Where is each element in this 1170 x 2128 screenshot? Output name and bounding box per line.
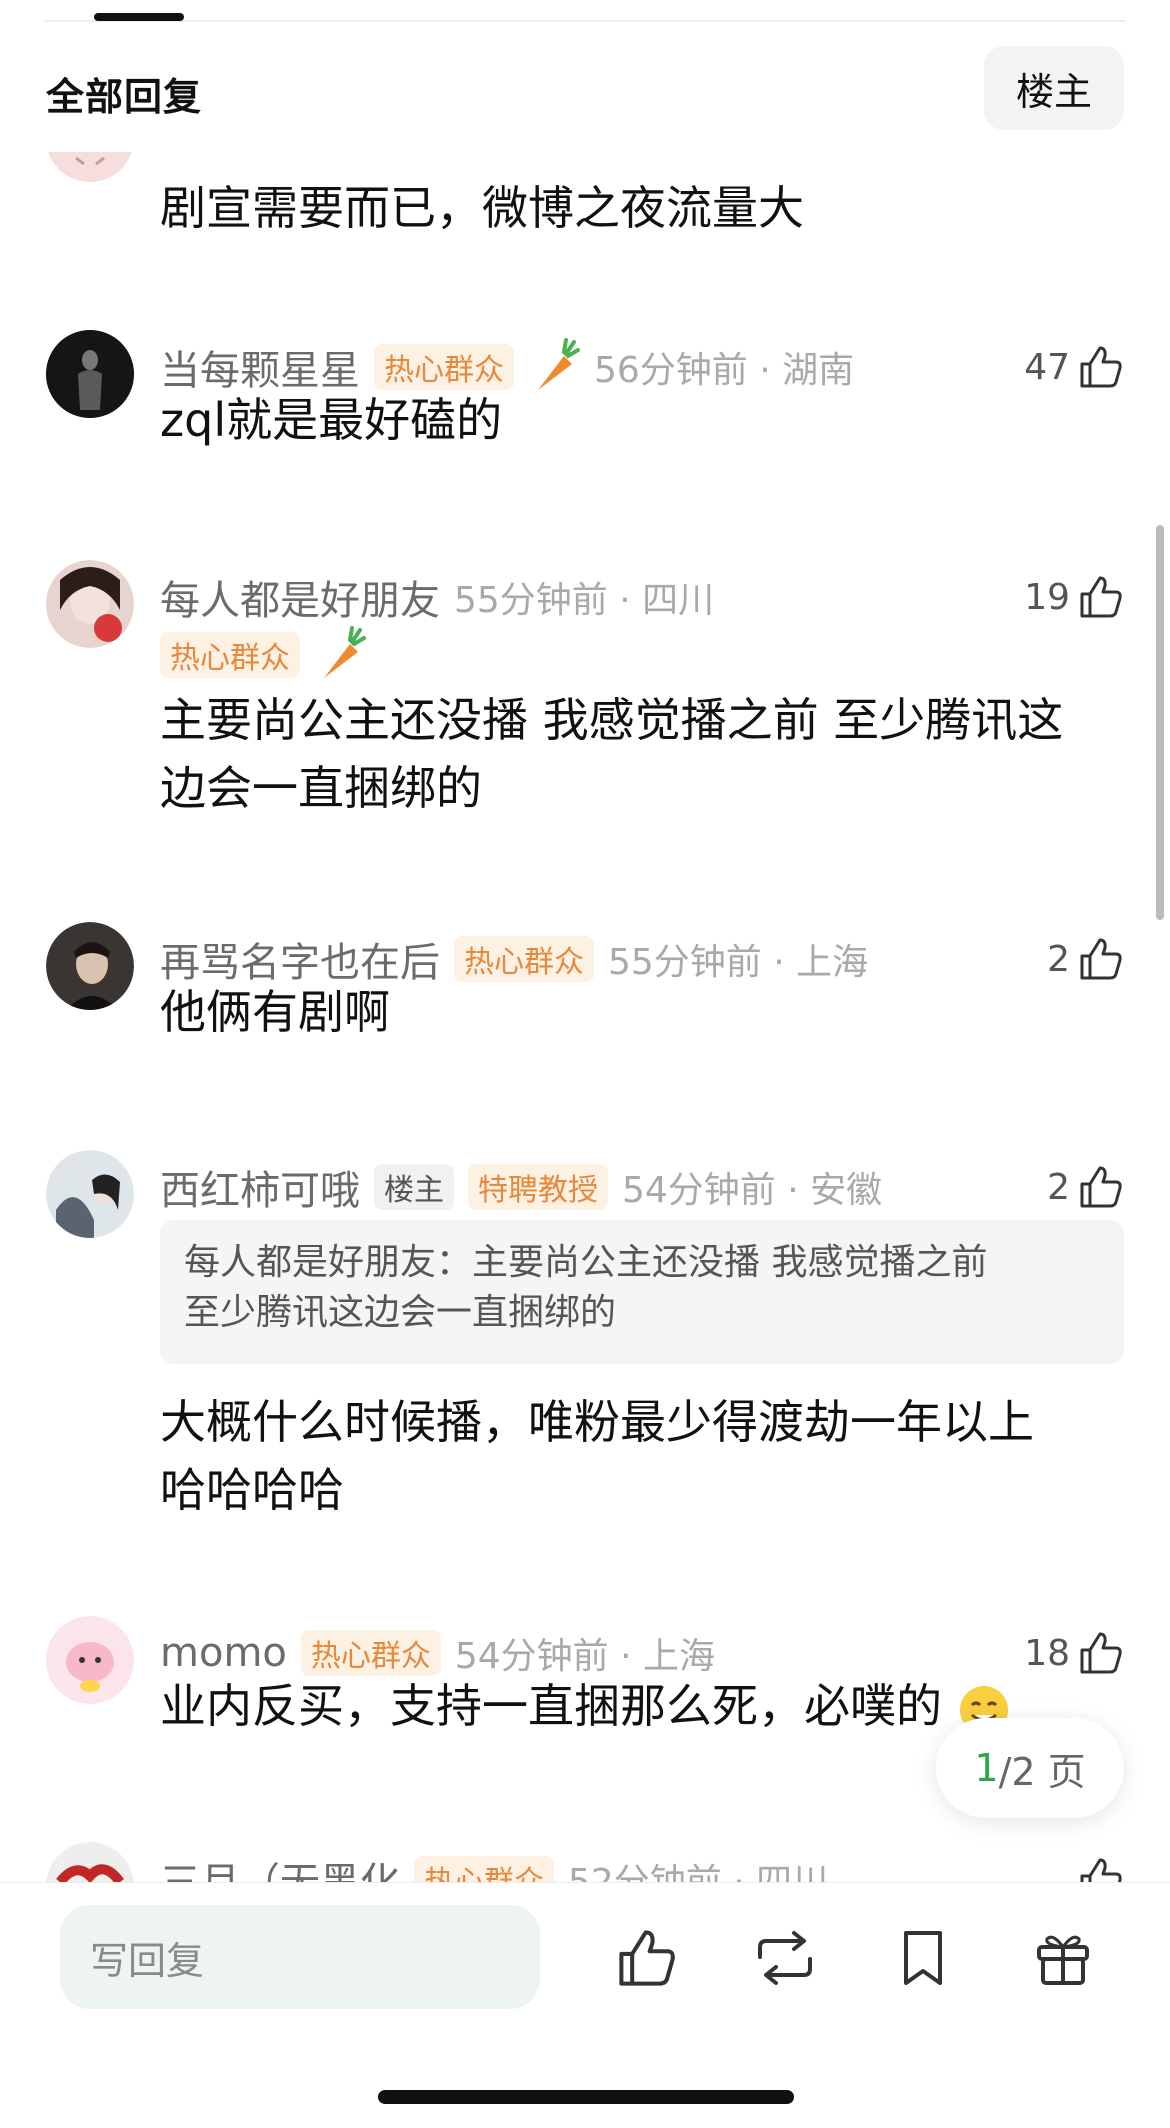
comment-text-line: 业内反买，支持一直捆那么死，必噗的 <box>160 1679 942 1733</box>
comment-item: 剧宣需要而已，微博之夜流量大 <box>0 152 1170 272</box>
comment-text: 他俩有剧啊 <box>160 985 390 1039</box>
username[interactable]: 三月（无黑化 <box>160 1850 400 1882</box>
thumbs-up-icon <box>1080 346 1122 388</box>
time-location: 52分钟前 · 四川 <box>568 1853 828 1882</box>
like-button[interactable]: 2 <box>1047 1162 1124 1212</box>
current-page: 1 <box>974 1746 999 1790</box>
status-badge: 热心群众 <box>454 936 594 982</box>
thumbs-up-icon <box>1080 576 1122 618</box>
page-title: 全部回复 <box>46 75 203 119</box>
bookmark-icon[interactable] <box>888 1923 958 1993</box>
comment-text-line: 主要尚公主还没播 我感觉播之前 至少腾讯这 <box>160 693 1064 747</box>
home-indicator[interactable] <box>378 2090 794 2104</box>
comment-list[interactable]: 剧宣需要而已，微博之夜流量大 当每颗星星 热心群众 56分钟前 · 湖南 47 … <box>0 152 1170 1882</box>
avatar[interactable] <box>46 922 134 1010</box>
comment-meta: 每人都是好朋友 55分钟前 · 四川 <box>160 572 990 624</box>
like-count: 47 <box>1024 346 1070 388</box>
avatar[interactable] <box>46 152 134 182</box>
like-count: 18 <box>1024 1632 1070 1674</box>
page-indicator[interactable]: 1 /2 页 <box>936 1718 1124 1818</box>
thumbs-up-icon <box>1080 1858 1122 1882</box>
comment-meta: 西红柿可哦 楼主 特聘教授 54分钟前 · 安徽 <box>160 1162 990 1214</box>
avatar[interactable] <box>46 560 134 648</box>
comment-meta: momo 热心群众 54分钟前 · 上海 <box>160 1628 990 1678</box>
comment-item: 每人都是好朋友 55分钟前 · 四川 热心群众 19 主要尚公主还没播 我感觉播… <box>0 560 1170 840</box>
time-location: 55分钟前 · 四川 <box>454 580 715 621</box>
comment-item: 当每颗星星 热心群众 56分钟前 · 湖南 47 zql就是最好磕的 <box>0 330 1170 510</box>
username[interactable]: 西红柿可哦 <box>160 1158 360 1216</box>
scrollbar[interactable] <box>1156 525 1164 920</box>
like-button[interactable]: 47 <box>1024 342 1124 392</box>
comment-meta: 再骂名字也在后 热心群众 55分钟前 · 上海 <box>160 934 990 986</box>
comment-text-line: 大概什么时候播，唯粉最少得渡劫一年以上 <box>160 1395 1034 1449</box>
avatar[interactable] <box>46 330 134 418</box>
active-tab-indicator <box>94 13 184 21</box>
comment-item: 再骂名字也在后 热心群众 55分钟前 · 上海 2 他俩有剧啊 <box>0 922 1170 1092</box>
like-button[interactable]: 18 <box>1024 1628 1124 1678</box>
quoted-reply-line: 每人都是好朋友：主要尚公主还没播 我感觉播之前 <box>184 1242 988 1283</box>
replies-header: 全部回复 楼主 <box>0 22 1170 152</box>
avatar[interactable] <box>46 1616 134 1704</box>
like-count: 2 <box>1047 1166 1070 1208</box>
like-icon[interactable] <box>612 1923 682 1993</box>
comment-meta: 当每颗星星 热心群众 56分钟前 · 湖南 <box>160 338 990 394</box>
status-badge: 热心群众 <box>414 1856 554 1882</box>
username[interactable]: 每人都是好朋友 <box>160 568 440 626</box>
comment-item: 西红柿可哦 楼主 特聘教授 54分钟前 · 安徽 2 每人都是好朋友：主要尚公主… <box>0 1150 1170 1550</box>
quoted-reply-line: 至少腾讯这边会一直捆绑的 <box>184 1292 617 1333</box>
comment-text-line: 边会一直捆绑的 <box>160 761 482 815</box>
thumbs-up-icon <box>1080 1632 1122 1674</box>
comment-text: 主要尚公主还没播 我感觉播之前 至少腾讯这 边会一直捆绑的 <box>160 686 1124 822</box>
thumbs-up-icon <box>1080 938 1122 980</box>
status-badge: 热心群众 <box>160 632 300 678</box>
like-count: 2 <box>1047 938 1070 980</box>
quoted-reply[interactable]: 每人都是好朋友：主要尚公主还没播 我感觉播之前 至少腾讯这边会一直捆绑的 <box>160 1220 1124 1364</box>
like-button[interactable]: 2 <box>1047 934 1124 984</box>
op-badge: 楼主 <box>374 1164 454 1210</box>
comment-text-line: 哈哈哈哈 <box>160 1463 344 1517</box>
status-badge: 热心群众 <box>300 1630 441 1676</box>
app-screen: 全部回复 楼主 剧宣需要而已，微博之夜流量大 当每颗星星 热心群众 56分钟前 … <box>0 0 1170 2128</box>
time-location: 54分钟前 · 安徽 <box>622 1170 883 1211</box>
status-badge: 热心群众 <box>374 344 514 390</box>
comment-text: zql就是最好磕的 <box>160 393 503 447</box>
badge-row: 热心群众 <box>160 626 990 680</box>
avatar[interactable] <box>46 1150 134 1238</box>
status-badge: 特聘教授 <box>468 1164 608 1210</box>
like-count: 19 <box>1024 576 1070 618</box>
comment-meta: 三月（无黑化 热心群众 52分钟前 · 四川 <box>160 1854 990 1882</box>
reply-input[interactable]: 写回复 <box>60 1905 540 2009</box>
repost-icon[interactable] <box>750 1923 820 1993</box>
like-button[interactable]: 19 <box>1024 572 1124 622</box>
page-total: /2 页 <box>998 1749 1086 1794</box>
username[interactable]: momo <box>160 1630 287 1676</box>
gift-icon[interactable] <box>1028 1923 1098 1993</box>
op-only-button[interactable]: 楼主 <box>984 46 1124 130</box>
thumbs-up-icon <box>1080 1166 1122 1208</box>
carrot-icon <box>314 626 366 684</box>
bottom-action-bar: 写回复 <box>0 1882 1170 2128</box>
comment-text: 大概什么时候播，唯粉最少得渡劫一年以上 哈哈哈哈 <box>160 1388 1124 1524</box>
comment-text: 剧宣需要而已，微博之夜流量大 <box>160 181 804 235</box>
avatar[interactable] <box>46 1842 134 1882</box>
comment-item: 三月（无黑化 热心群众 52分钟前 · 四川 <box>0 1842 1170 1882</box>
like-button[interactable] <box>1078 1854 1124 1882</box>
